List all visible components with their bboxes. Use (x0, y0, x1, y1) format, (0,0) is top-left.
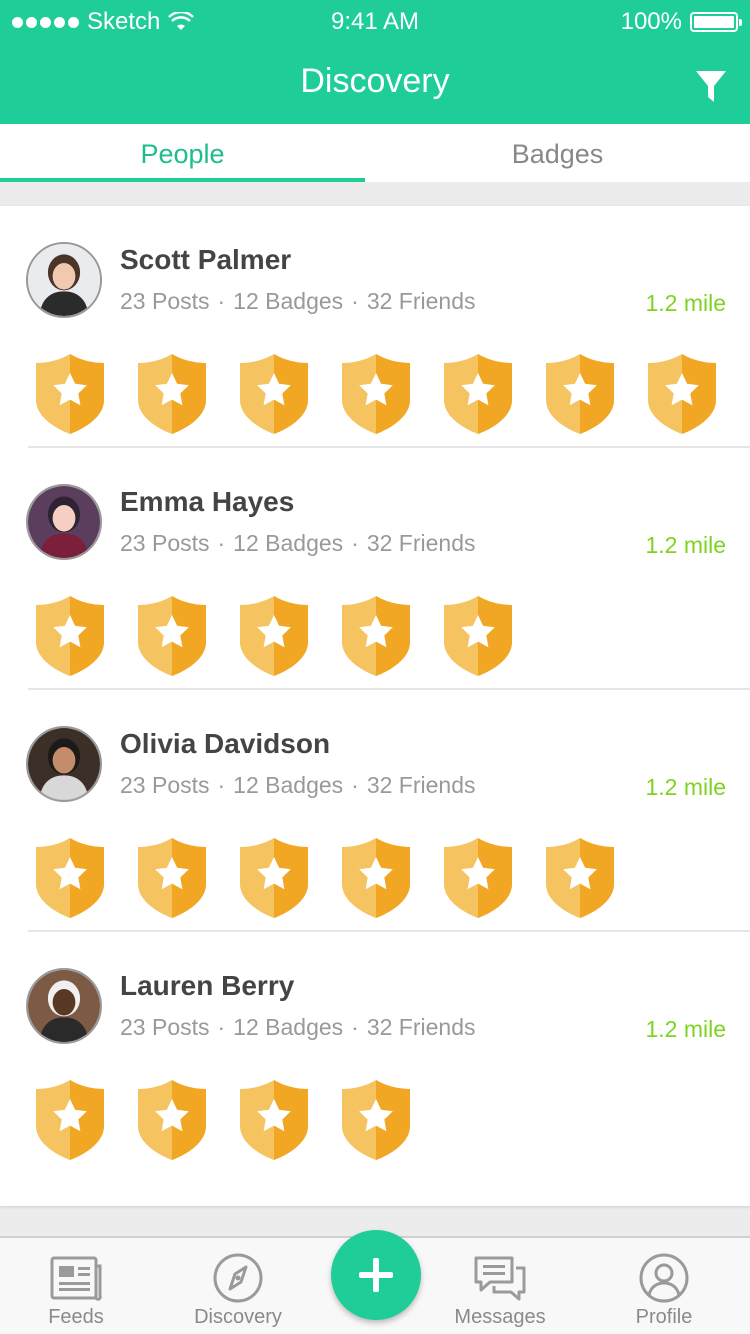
person-stats: 23 Posts · 12 Badges · 32 Friends (120, 772, 476, 798)
badge-shield-star-icon[interactable] (340, 352, 412, 436)
badge-shield-star-icon[interactable] (34, 594, 106, 678)
avatar[interactable] (26, 968, 102, 1044)
tab-bar-label: Feeds (48, 1306, 104, 1328)
person-name: Lauren Berry (120, 970, 295, 1001)
compass-icon (213, 1253, 263, 1303)
battery-group: 100% (620, 8, 742, 36)
friends-count: 32 Friends (366, 530, 476, 556)
badge-shield-star-icon[interactable] (646, 352, 718, 436)
badge-shield-star-icon[interactable] (34, 836, 106, 920)
person-name: Emma Hayes (120, 486, 295, 517)
person-item[interactable]: Olivia Davidson 23 Posts · 12 Badges · 32 Fr… (0, 690, 750, 932)
tab-bar-discovery[interactable]: Discovery (186, 1238, 290, 1334)
friends-count: 32 Friends (366, 288, 476, 314)
status-bar: Sketch 9:41 AM 100% (0, 0, 750, 40)
badge-shield-star-icon[interactable] (238, 594, 310, 678)
badge-shield-star-icon[interactable] (340, 594, 412, 678)
avatar[interactable] (26, 242, 102, 318)
tab-bar-profile[interactable]: Profile (620, 1238, 708, 1334)
badge-shield-star-icon[interactable] (34, 1078, 106, 1162)
person-stats: 23 Posts · 12 Badges · 32 Friends (120, 288, 476, 314)
avatar-photo (28, 970, 100, 1042)
person-stats: 23 Posts · 12 Badges · 32 Friends (120, 1014, 476, 1040)
badge-shield-star-icon[interactable] (136, 1078, 208, 1162)
badge-shield-star-icon[interactable] (238, 352, 310, 436)
tab-bar-feeds[interactable]: Feeds (30, 1238, 122, 1334)
person-item[interactable]: Scott Palmer 23 Posts · 12 Badges · 32 Frien… (0, 206, 750, 448)
badge-shield-star-icon[interactable] (136, 836, 208, 920)
badge-shield-star-icon[interactable] (442, 594, 514, 678)
avatar-photo (28, 728, 100, 800)
badge-shield-star-icon[interactable] (340, 836, 412, 920)
tab-bar-messages[interactable]: Messages (446, 1238, 554, 1334)
user-circle-icon (639, 1253, 689, 1303)
battery-percent: 100% (620, 8, 682, 35)
plus-icon (359, 1258, 393, 1292)
posts-count: 23 Posts (120, 1014, 210, 1040)
distance-label: 1.2 mile (645, 774, 726, 800)
person-item[interactable]: Emma Hayes 23 Posts · 12 Badges · 32 Friends… (0, 448, 750, 690)
badge-shield-star-icon[interactable] (136, 352, 208, 436)
avatar[interactable] (26, 484, 102, 560)
badges-count: 12 Badges (233, 288, 344, 314)
badge-row (34, 836, 616, 920)
tab-badges[interactable]: Badges (365, 124, 750, 182)
tab-people[interactable]: People (0, 124, 365, 182)
segmented-tabs: People Badges (0, 124, 750, 182)
badge-row (34, 1078, 412, 1162)
posts-count: 23 Posts (120, 288, 210, 314)
person-stats: 23 Posts · 12 Badges · 32 Friends (120, 530, 476, 556)
friends-count: 32 Friends (366, 772, 476, 798)
tab-bar-label: Profile (635, 1306, 693, 1328)
chat-bubbles-icon (474, 1256, 526, 1301)
page-title: Discovery (300, 62, 450, 100)
avatar-photo (28, 486, 100, 558)
badges-count: 12 Badges (233, 530, 344, 556)
badge-shield-star-icon[interactable] (544, 352, 616, 436)
battery-level-fill (694, 16, 734, 28)
badge-row (34, 594, 514, 678)
badge-row (34, 352, 718, 436)
badge-shield-star-icon[interactable] (340, 1078, 412, 1162)
distance-label: 1.2 mile (645, 532, 726, 558)
badges-count: 12 Badges (233, 772, 344, 798)
badge-shield-star-icon[interactable] (238, 836, 310, 920)
badge-shield-star-icon[interactable] (544, 836, 616, 920)
navigation-bar: Discovery (0, 40, 750, 124)
friends-count: 32 Friends (366, 1014, 476, 1040)
person-name: Olivia Davidson (120, 728, 331, 759)
person-name: Scott Palmer (120, 244, 292, 275)
posts-count: 23 Posts (120, 530, 210, 556)
badge-shield-star-icon[interactable] (136, 594, 208, 678)
badges-count: 12 Badges (233, 1014, 344, 1040)
avatar[interactable] (26, 726, 102, 802)
tab-bar-label: Messages (454, 1306, 546, 1328)
battery-icon (690, 12, 742, 32)
person-item[interactable]: Lauren Berry 23 Posts · 12 Badges · 32 Frien… (0, 932, 750, 1174)
filter-icon[interactable] (694, 68, 728, 106)
distance-label: 1.2 mile (645, 1016, 726, 1042)
add-button[interactable] (331, 1230, 421, 1320)
newspaper-icon (50, 1256, 102, 1301)
avatar-photo (28, 244, 100, 316)
badge-shield-star-icon[interactable] (442, 352, 514, 436)
distance-label: 1.2 mile (645, 290, 726, 316)
posts-count: 23 Posts (120, 772, 210, 798)
people-list: Scott Palmer 23 Posts · 12 Badges · 32 Frien… (0, 206, 750, 1206)
badge-shield-star-icon[interactable] (442, 836, 514, 920)
badge-shield-star-icon[interactable] (238, 1078, 310, 1162)
tab-bar-label: Discovery (194, 1306, 282, 1328)
badge-shield-star-icon[interactable] (34, 352, 106, 436)
